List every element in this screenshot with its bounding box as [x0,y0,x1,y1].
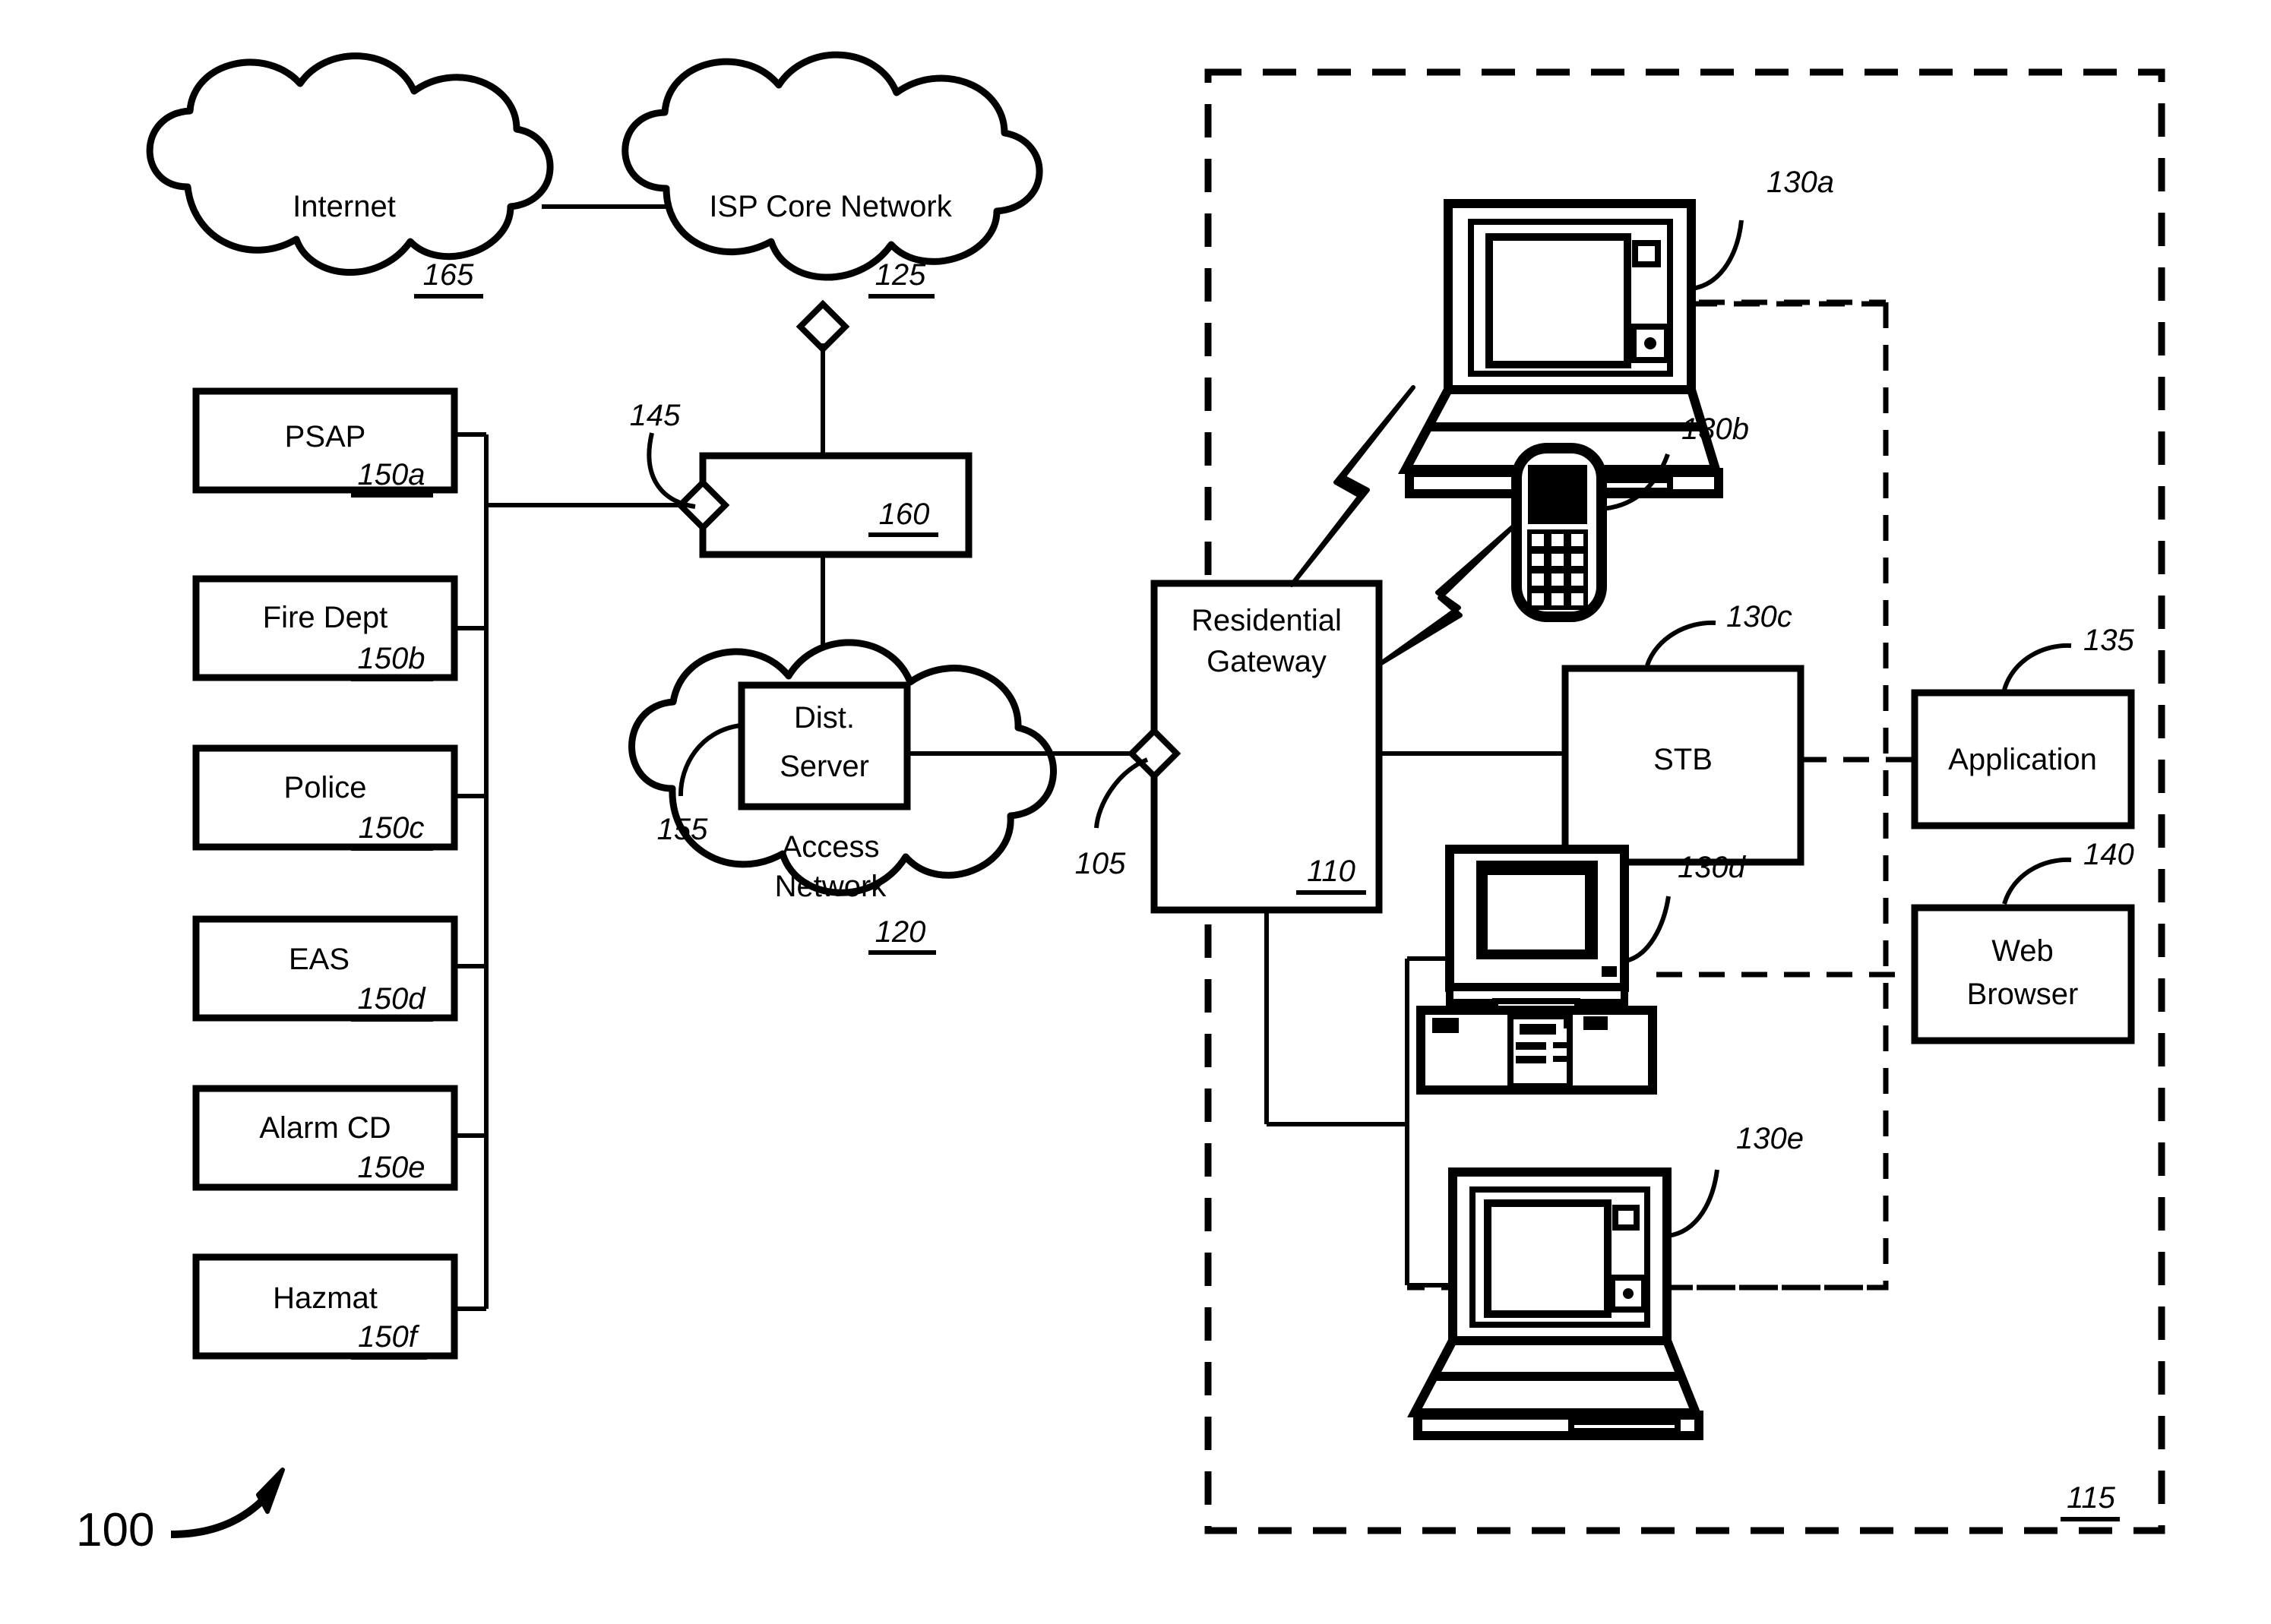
premises-ref-115: 115 [2061,1481,2120,1521]
svg-text:115: 115 [2067,1481,2116,1515]
cloud-internet-ref: 165 [414,258,483,299]
device-laptop-bottom [1407,1167,1703,1440]
ref-130b: 130b [1681,412,1749,446]
box-dist-server-line2: Server [780,750,869,783]
agency-ref-150d: 150d [358,982,427,1016]
cloud-isp-core-ref: 125 [868,258,935,299]
svg-text:125: 125 [875,258,926,292]
wireless-link-phone-icon [1379,522,1518,665]
agency-label-eas: EAS [289,943,350,976]
gateway-label-line2: Gateway [1207,645,1327,678]
agency-label-psap: PSAP [285,420,366,453]
agency-label-alarm-cd: Alarm CD [259,1111,391,1145]
cloud-internet-label: Internet [293,190,396,223]
interface-diamond-isp [795,299,850,354]
ref-130d: 130d [1678,851,1747,884]
agency-box-fire-dept: Fire Dept 150b [192,575,458,681]
ref-130e: 130e [1736,1122,1804,1155]
agency-ref-150f: 150f [358,1320,420,1354]
ref-145: 145 [630,399,681,432]
agency-label-police: Police [284,771,367,804]
box-web-browser [1911,904,2135,1044]
cloud-access-ref: 120 [868,915,936,955]
figure-canvas: Internet 165 ISP Core Network 125 160 14… [0,0,2271,1624]
cloud-isp-core-label: ISP Core Network [709,190,952,223]
agency-box-hazmat: Hazmat 150f [192,1253,458,1360]
leader-135 [2002,643,2072,690]
ref-140: 140 [2083,838,2134,871]
box-web-browser-line2: Browser [1967,978,2079,1011]
wireless-link-laptop-icon [1289,385,1415,587]
agency-box-police: Police 150c [192,744,458,851]
svg-text:110: 110 [1307,855,1355,888]
svg-text:120: 120 [875,915,926,949]
ref-105: 105 [1075,847,1126,880]
leader-130c [1645,620,1716,667]
wired-lan-link [1264,910,1453,1288]
agency-ref-150b: 150b [358,642,425,675]
leader-130d [1625,896,1671,963]
svg-text:160: 160 [879,498,930,531]
agency-bus [454,432,489,1311]
agency-box-psap: PSAP 150a [192,387,458,498]
agency-box-eas: EAS 150d [192,915,458,1022]
agency-label-fire-dept: Fire Dept [263,601,388,634]
box-application-label: Application [1948,743,2097,776]
cloud-isp-core [622,51,1043,281]
device-mobile-phone [1511,443,1607,622]
leader-130a [1691,220,1744,291]
cloud-access-label-line1: Access [782,830,880,864]
ref-130a: 130a [1767,166,1834,199]
ref-130c: 130c [1726,600,1792,633]
agency-box-alarm-cd: Alarm CD 150e [192,1085,458,1191]
leader-140 [2002,857,2072,905]
gateway-label-line1: Residential [1191,604,1342,637]
ref-155: 155 [657,813,708,846]
box-node-160-ref: 160 [868,498,938,537]
box-web-browser-line1: Web [1991,934,2054,968]
ref-135: 135 [2083,624,2134,657]
agency-ref-150e: 150e [358,1151,425,1184]
svg-text:165: 165 [423,258,474,292]
agency-ref-150a: 150a [358,458,425,491]
leader-105 [1094,757,1149,829]
box-stb-label: STB [1653,743,1713,776]
box-dist-server-line1: Dist. [794,701,855,735]
figure-arrow-head [256,1468,285,1514]
cloud-access-label-line2: Network [775,870,887,903]
agency-ref-150c: 150c [359,811,425,845]
cloud-internet [146,52,554,276]
leader-130e [1667,1169,1719,1238]
figure-arrow [170,1487,275,1538]
figure-number: 100 [76,1504,154,1556]
agency-label-hazmat: Hazmat [273,1281,378,1315]
device-desktop-pc [1416,845,1657,1095]
